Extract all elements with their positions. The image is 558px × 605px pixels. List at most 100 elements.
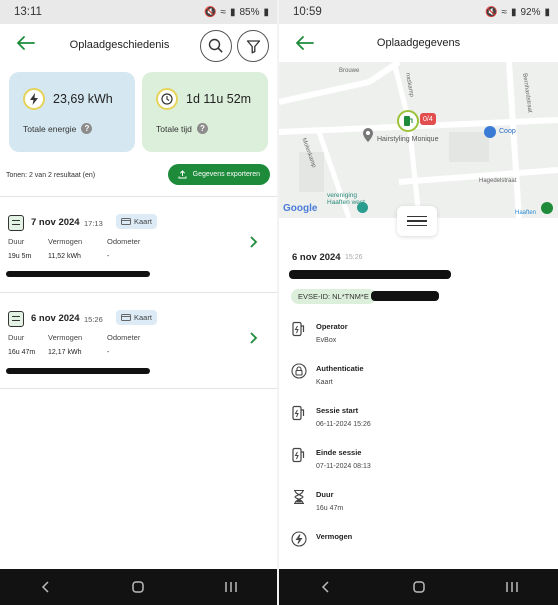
street-label: Hagedelstraat	[479, 178, 517, 184]
bolt-icon	[291, 531, 307, 547]
recents-nav-icon[interactable]	[497, 576, 527, 598]
redaction	[289, 270, 451, 279]
history-screen: 13:11 🔇 ≈ ▮ 85% ▮ Oplaadgeschiedenis 23,…	[0, 0, 277, 605]
status-time: 10:59	[293, 6, 322, 18]
home-nav-icon[interactable]	[404, 576, 434, 598]
status-time: 13:11	[14, 6, 42, 18]
back-nav-icon[interactable]	[311, 576, 341, 598]
col-duur: Duur	[8, 237, 25, 246]
session-date: 7 nov 2024	[31, 217, 80, 228]
summary-cards: 23,69 kWh Totale energie? 1d 11u 52m Tot…	[0, 72, 277, 152]
hourglass-icon	[294, 489, 304, 505]
vermogen-value: 11,52 kWh	[48, 253, 81, 260]
redaction	[6, 271, 150, 277]
status-bar: 10:59 🔇 ≈ ▮ 92% ▮	[279, 0, 558, 24]
export-label: Gegevens exporteren	[192, 171, 260, 178]
chevron-right-icon[interactable]	[249, 331, 259, 345]
filter-button[interactable]	[237, 30, 269, 62]
session-list-icon	[8, 215, 24, 231]
auth-badge-label: Kaart	[134, 217, 152, 226]
auth-badge-label: Kaart	[134, 313, 152, 322]
session-date: 6 nov 2024	[31, 313, 80, 324]
detail-label: Einde sessie	[316, 448, 362, 457]
session-row[interactable]: 7 nov 2024 17:13 Kaart Duur Vermogen Odo…	[0, 196, 277, 292]
results-row: Tonen: 2 van 2 resultaat (en) Gegevens e…	[0, 164, 277, 192]
page-title: Oplaadgeschiedenis	[69, 39, 170, 51]
street-label: Haaften	[515, 210, 537, 216]
wifi-icon: ≈	[220, 6, 226, 18]
col-odometer: Odometer	[107, 333, 141, 342]
battery-icon: ▮	[544, 6, 550, 18]
recents-nav-icon[interactable]	[216, 576, 246, 598]
status-bar: 13:11 🔇 ≈ ▮ 85% ▮	[0, 0, 277, 24]
session-row[interactable]: 6 nov 2024 15:26 Kaart Duur Vermogen Odo…	[0, 292, 277, 388]
clock-icon	[156, 88, 178, 110]
google-logo: Google	[283, 203, 318, 214]
poi-label: Coop	[499, 128, 516, 135]
redaction	[6, 368, 150, 374]
search-icon	[208, 38, 223, 53]
session-time: 15:26	[345, 254, 363, 261]
total-energy-value: 23,69 kWh	[53, 92, 113, 106]
total-time-text: Totale tijd	[156, 123, 192, 134]
detail-value: EvBox	[316, 337, 337, 344]
col-duur: Duur	[8, 333, 25, 342]
list-divider	[0, 388, 277, 389]
home-nav-icon[interactable]	[123, 576, 153, 598]
odometer-value: -	[107, 349, 110, 356]
session-time: 15:26	[84, 315, 103, 324]
detail-label: Sessie start	[316, 406, 359, 415]
detail-label: Authenticatie	[316, 364, 364, 373]
page-title: Oplaadgegevens	[376, 37, 461, 49]
detail-label: Operator	[316, 322, 348, 331]
sheet-handle-icon[interactable]	[397, 206, 437, 236]
details-screen: 10:59 🔇 ≈ ▮ 92% ▮ Oplaadgegevens Brouwe …	[279, 0, 558, 605]
session-list-icon	[8, 311, 24, 327]
detail-value: Kaart	[316, 379, 333, 386]
street-label: Brouwe	[339, 68, 360, 74]
mute-icon: 🔇	[204, 6, 217, 18]
location-map[interactable]: Brouwe naskamp Bernhardstraat Molenkamp …	[279, 62, 558, 218]
status-icons: 🔇 ≈ ▮ 85% ▮	[204, 7, 269, 18]
card-icon	[121, 314, 131, 321]
duur-value: 19u 5m	[8, 253, 32, 260]
col-vermogen: Vermogen	[48, 237, 83, 246]
charger-marker-icon[interactable]	[397, 110, 419, 132]
total-time-card: 1d 11u 52m Totale tijd?	[142, 72, 268, 152]
signal-icon: ▮	[510, 6, 517, 18]
status-icons: 🔇 ≈ ▮ 92% ▮	[485, 7, 550, 18]
session-time: 17:13	[84, 219, 103, 228]
detail-value: 16u 47m	[316, 505, 344, 512]
bolt-icon	[23, 88, 45, 110]
battery-icon: ▮	[263, 6, 269, 18]
export-button[interactable]: Gegevens exporteren	[167, 164, 270, 185]
lock-icon	[291, 363, 307, 379]
evse-id-chip: EVSE-ID: NL*TNM*E	[291, 289, 376, 304]
availability-badge: 0/4	[420, 113, 436, 125]
park-icon	[357, 202, 368, 213]
col-vermogen: Vermogen	[48, 333, 83, 342]
results-count: Tonen: 2 van 2 resultaat (en)	[6, 172, 96, 179]
col-odometer: Odometer	[107, 237, 141, 246]
back-nav-icon[interactable]	[31, 576, 61, 598]
detail-value: 06-11-2024 15:26	[316, 421, 371, 428]
detail-label: Vermogen	[316, 532, 353, 541]
details-sheet: 6 nov 2024 15:26 EVSE-ID: NL*TNM*E Opera…	[279, 206, 558, 569]
help-icon[interactable]: ?	[81, 123, 93, 134]
battery-level: 92%	[520, 6, 541, 18]
total-energy-card: 23,69 kWh Totale energie?	[9, 72, 135, 152]
app-bar: Oplaadgeschiedenis	[0, 24, 277, 66]
filter-icon	[246, 39, 260, 53]
help-icon[interactable]: ?	[196, 123, 208, 134]
session-date: 6 nov 2024	[292, 252, 341, 263]
poi-label: Hairstyling Monique	[377, 136, 439, 143]
signal-icon: ▮	[229, 6, 236, 18]
odometer-value: -	[107, 253, 110, 260]
total-energy-label: Totale energie?	[23, 123, 93, 134]
upload-icon	[178, 170, 187, 179]
system-nav-bar	[0, 569, 277, 605]
map-marker-icon	[541, 202, 553, 214]
search-button[interactable]	[200, 30, 232, 62]
map-pin-icon	[363, 128, 373, 142]
chevron-right-icon[interactable]	[249, 235, 259, 249]
